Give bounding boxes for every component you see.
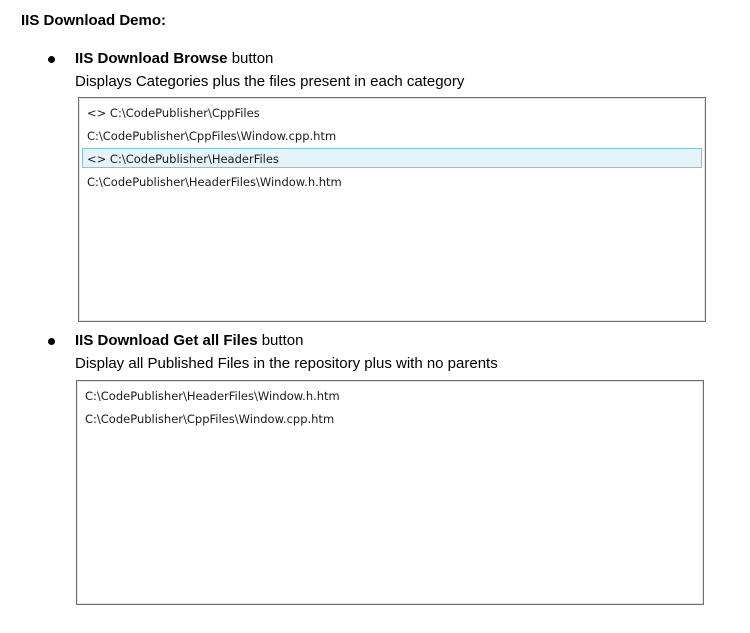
all-files-list: C:\CodePublisher\HeaderFiles\Window.h.ht…	[77, 381, 703, 428]
section-heading-bold: IIS Download Browse	[75, 50, 228, 67]
list-item[interactable]: C:\CodePublisher\CppFiles\Window.cpp.htm	[80, 408, 700, 428]
browse-listbox[interactable]: <> C:\CodePublisher\CppFiles C:\CodePubli…	[78, 97, 706, 322]
list-item[interactable]: C:\CodePublisher\HeaderFiles\Window.h.ht…	[82, 171, 702, 191]
list-item[interactable]: C:\CodePublisher\HeaderFiles\Window.h.ht…	[80, 385, 700, 405]
all-files-listbox[interactable]: C:\CodePublisher\HeaderFiles\Window.h.ht…	[76, 380, 704, 605]
bullet-icon	[48, 56, 55, 63]
list-item[interactable]: <> C:\CodePublisher\HeaderFiles	[82, 148, 702, 168]
section-heading-rest: button	[227, 50, 274, 67]
section-heading-browse: IIS Download Browse button	[75, 50, 273, 67]
section-description-get-all-files: Display all Published Files in the repos…	[75, 355, 498, 372]
browse-list: <> C:\CodePublisher\CppFiles C:\CodePubli…	[79, 98, 705, 191]
section-heading-get-all-files: IIS Download Get all Files button	[75, 332, 303, 349]
page-title: IIS Download Demo:	[21, 12, 167, 29]
section-heading-bold: IIS Download Get all Files	[75, 332, 258, 349]
bullet-icon	[48, 338, 55, 345]
section-description-browse: Displays Categories plus the files prese…	[75, 73, 465, 90]
list-item[interactable]: <> C:\CodePublisher\CppFiles	[82, 102, 702, 122]
list-item[interactable]: C:\CodePublisher\CppFiles\Window.cpp.htm	[82, 125, 702, 145]
section-heading-rest: button	[257, 332, 304, 349]
